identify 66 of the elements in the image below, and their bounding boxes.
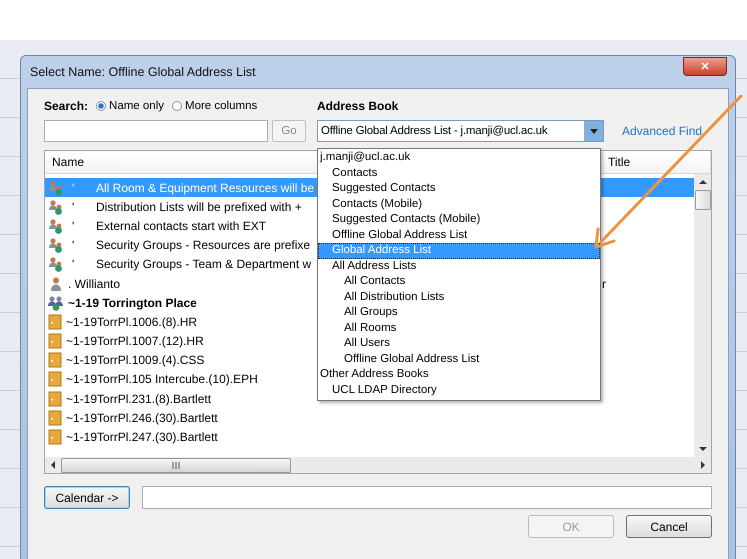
calendar-button[interactable]: Calendar ->: [44, 486, 130, 509]
horizontal-scrollbar[interactable]: [45, 457, 711, 473]
contact-name[interactable]: ~1-19TorrPl.247.(30).Bartlett: [66, 430, 218, 444]
person-icon: [48, 276, 64, 292]
group-icon: [48, 180, 64, 196]
dropdown-item[interactable]: All Users: [318, 336, 600, 352]
door-icon: [48, 371, 62, 388]
radio-option[interactable]: Name only: [96, 100, 164, 112]
dropdown-item[interactable]: Suggested Contacts: [318, 181, 600, 196]
dialog-button[interactable]: Cancel: [626, 515, 712, 538]
dropdown-item[interactable]: Offline Global Address List: [318, 228, 600, 243]
window-title: Select Name: Offline Global Address List: [30, 65, 256, 79]
door-icon: [48, 352, 62, 368]
address-book-dropdown[interactable]: Offline Global Address List - j.manji@ucl.ac.uk: [317, 120, 604, 142]
contact-name[interactable]: ~1-19TorrPl.246.(30).Bartlett: [66, 410, 218, 425]
contact-name[interactable]: ~1-19TorrPl.231.(8).Bartlett: [66, 392, 212, 406]
recipient-field[interactable]: [142, 486, 712, 509]
door-icon: [48, 390, 62, 407]
people-group-icon: [48, 294, 64, 311]
contact-name[interactable]: ~1-19TorrPl.105 Intercube.(10).EPH: [66, 372, 258, 386]
caret-icon: [590, 128, 598, 134]
dropdown-item[interactable]: All Distribution Lists: [318, 290, 600, 305]
scroll-thumb[interactable]: [694, 190, 710, 210]
scroll-right-icon[interactable]: [699, 460, 707, 470]
address-book-label: Address Book: [317, 98, 400, 115]
contact-name[interactable]: Distribution Lists will be prefixed with +: [96, 200, 302, 214]
group-icon: [48, 218, 64, 234]
row-mark: ': [71, 238, 76, 252]
dropdown-item[interactable]: UCL LDAP Directory: [318, 382, 600, 398]
contact-name[interactable]: Security Groups - Resources are prefixe: [96, 238, 310, 252]
scroll-left-icon[interactable]: [49, 460, 57, 470]
dropdown-item[interactable]: Offline Global Address List: [318, 352, 600, 367]
contact-name[interactable]: ~1-19 Torrington Place: [68, 296, 197, 310]
group-icon: [48, 237, 64, 254]
door-icon: [48, 333, 62, 350]
dropdown-item[interactable]: Other Address Books: [318, 367, 600, 382]
contact-name[interactable]: ~1-19TorrPl.1006.(8).HR: [66, 314, 198, 329]
advanced-find-link[interactable]: Advanced Find: [622, 124, 702, 138]
dropdown-item[interactable]: Contacts (Mobile): [318, 196, 600, 212]
title-text: r: [602, 276, 606, 291]
dropdown-item[interactable]: All Contacts: [318, 274, 600, 290]
group-icon: [48, 256, 64, 272]
row-mark: ': [71, 180, 76, 195]
contact-name[interactable]: ~1-19TorrPl.1009.(4).CSS: [66, 353, 204, 368]
search-field[interactable]: [44, 120, 268, 142]
contact-name[interactable]: Security Groups - Team & Department w: [96, 257, 312, 272]
door-icon: [48, 429, 62, 446]
row-mark: ': [71, 218, 76, 233]
grip-icon: [172, 462, 180, 468]
dropdown-item[interactable]: Suggested Contacts (Mobile): [318, 212, 600, 228]
contact-name[interactable]: . Willianto: [68, 276, 120, 291]
row-mark: ': [71, 257, 76, 272]
row-mark: ': [71, 200, 76, 214]
contact-name[interactable]: External contacts start with EXT: [96, 218, 266, 233]
search-label: Search:: [44, 99, 88, 113]
dropdown-item[interactable]: Contacts: [318, 166, 600, 181]
dropdown-item[interactable]: All Rooms: [318, 320, 600, 336]
radio-option[interactable]: More columns: [172, 100, 258, 112]
dropdown-item[interactable]: All Address Lists: [318, 258, 600, 274]
group-icon: [48, 198, 64, 215]
dropdown-item[interactable]: All Groups: [318, 305, 600, 320]
door-icon: [48, 314, 62, 330]
door-icon: [48, 410, 62, 426]
vertical-scrollbar[interactable]: [694, 174, 711, 457]
contact-name[interactable]: ~1-19TorrPl.1007.(12).HR: [66, 334, 204, 348]
dropdown-item[interactable]: j.manji@ucl.ac.uk: [318, 150, 600, 166]
